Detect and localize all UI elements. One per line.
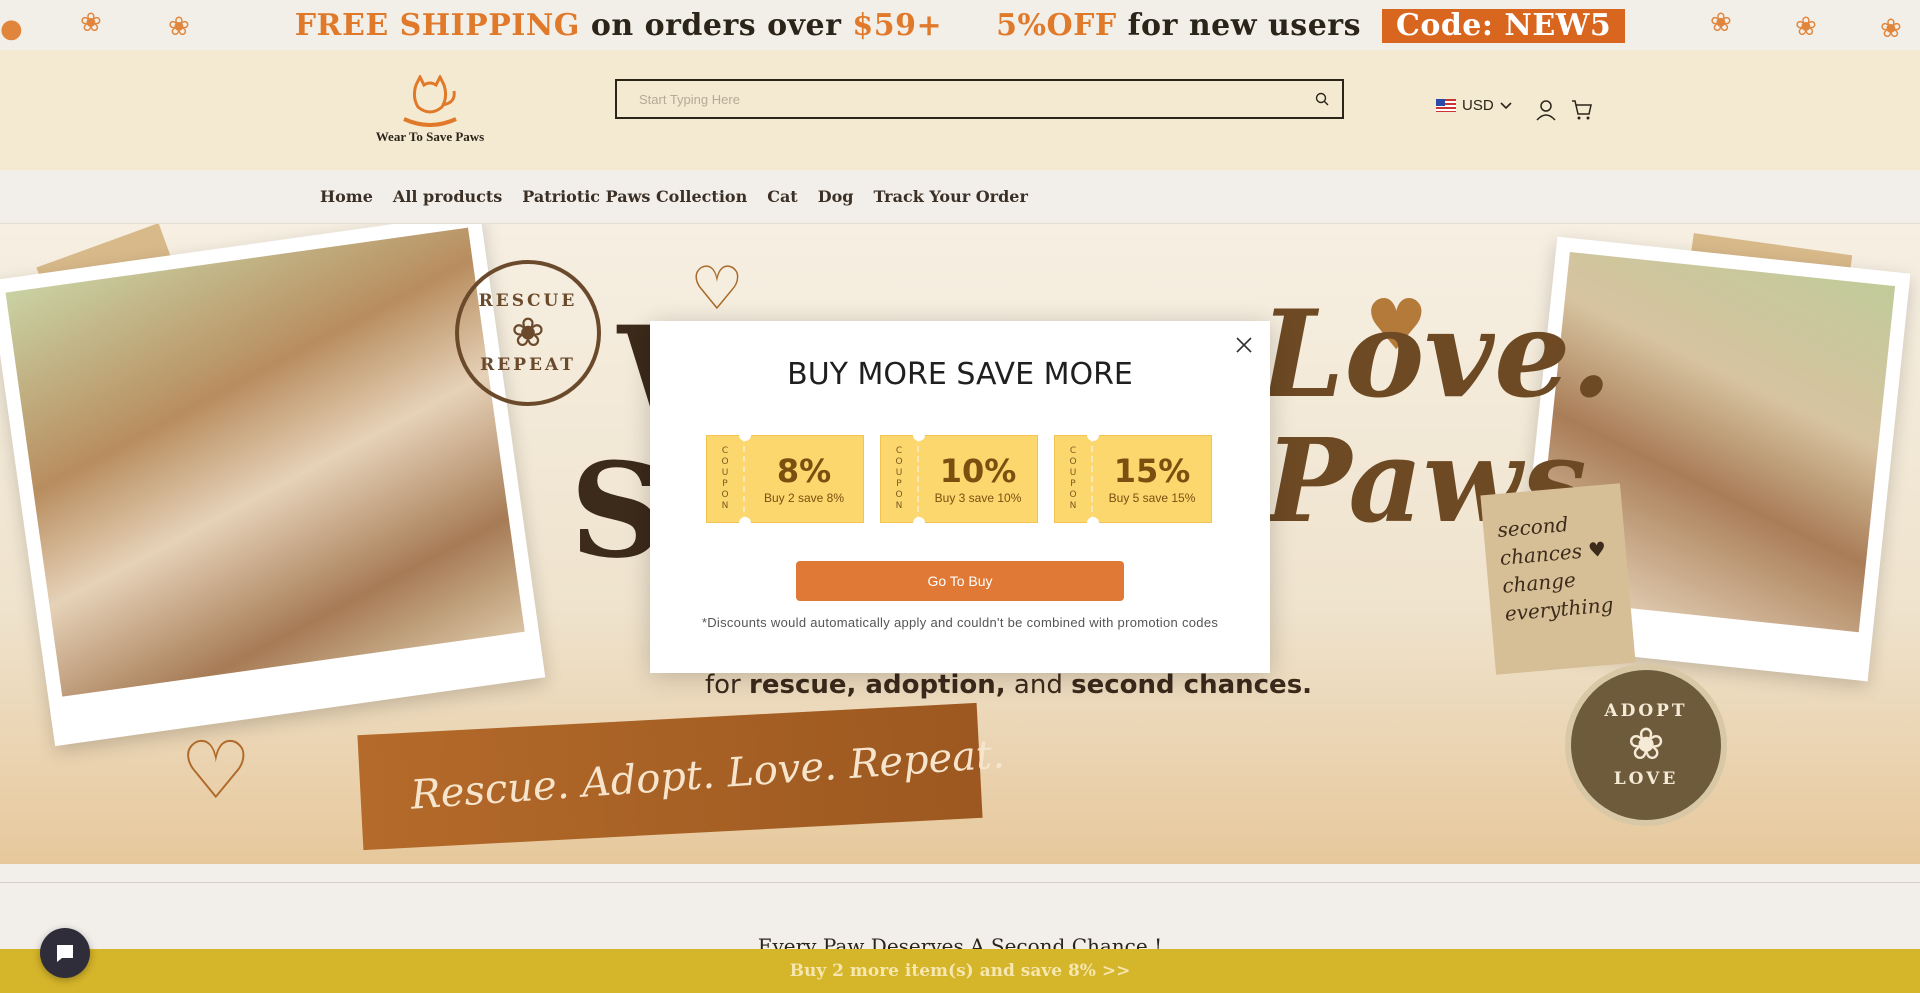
coupon-percent: 15%	[1113, 452, 1191, 490]
modal-title: BUY MORE SAVE MORE	[787, 357, 1133, 392]
chat-button[interactable]	[40, 928, 90, 978]
coupon-side-label: COUPON	[1055, 436, 1093, 522]
coupon-description: Buy 3 save 10%	[934, 491, 1022, 505]
modal-disclaimer: *Discounts would automatically apply and…	[701, 615, 1219, 630]
chat-icon	[57, 945, 73, 962]
close-icon[interactable]	[1230, 331, 1258, 359]
coupon-card: COUPON 15% Buy 5 save 15%	[1054, 429, 1212, 529]
coupon-description: Buy 2 save 8%	[763, 491, 845, 505]
coupon-card: COUPON 8% Buy 2 save 8%	[706, 429, 864, 529]
coupon-card: COUPON 10% Buy 3 save 10%	[880, 429, 1038, 529]
coupon-side-label: COUPON	[881, 436, 919, 522]
go-to-buy-button[interactable]: Go To Buy	[796, 561, 1124, 601]
coupon-description: Buy 5 save 15%	[1108, 491, 1196, 505]
buy-more-modal: BUY MORE SAVE MORE COUPON 8% Buy 2 save …	[650, 321, 1270, 673]
coupon-percent: 8%	[776, 452, 832, 490]
bundle-discount-bar[interactable]: Buy 2 more item(s) and save 8% >>	[0, 949, 1920, 993]
coupon-percent: 10%	[939, 452, 1017, 490]
coupon-list: COUPON 8% Buy 2 save 8% COUPON 10% Buy 3…	[706, 429, 1212, 529]
coupon-side-label: COUPON	[707, 436, 745, 522]
